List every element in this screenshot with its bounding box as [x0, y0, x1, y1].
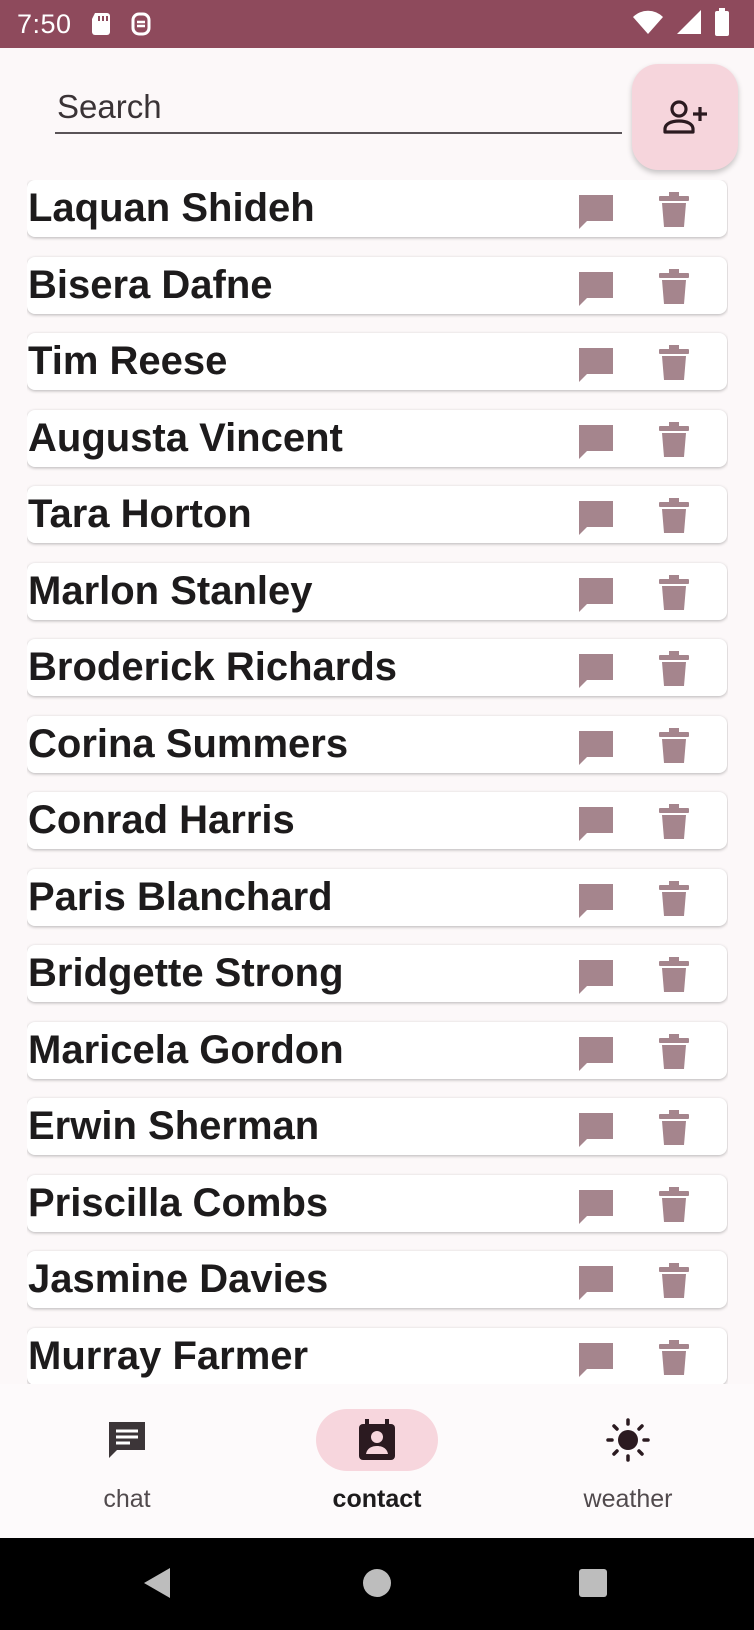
- trash-icon[interactable]: [659, 957, 689, 993]
- contact-row[interactable]: Conrad Harris: [27, 792, 727, 849]
- status-time: 7:50: [17, 8, 72, 39]
- contact-name: Jasmine Davies: [28, 1257, 329, 1301]
- contact-row[interactable]: Priscilla Combs: [27, 1175, 727, 1232]
- trash-icon[interactable]: [659, 575, 689, 611]
- nav-contact[interactable]: contact: [297, 1409, 457, 1519]
- trash-icon[interactable]: [659, 498, 689, 534]
- contact-row[interactable]: Augusta Vincent: [27, 410, 727, 467]
- chat-bubble-icon[interactable]: [576, 345, 616, 385]
- chat-bubble-icon[interactable]: [576, 1034, 616, 1074]
- chat-bubble-icon[interactable]: [576, 804, 616, 844]
- chat-bubble-icon[interactable]: [576, 957, 616, 997]
- trash-icon[interactable]: [659, 651, 689, 687]
- contact-name: Maricela Gordon: [28, 1028, 344, 1072]
- nav-contact-label: contact: [332, 1485, 422, 1513]
- bottom-nav: chat contact weather: [0, 1384, 754, 1538]
- nav-chat-label: chat: [103, 1485, 151, 1513]
- contact-name: Bisera Dafne: [28, 263, 273, 307]
- nav-weather-indicator: [567, 1409, 689, 1471]
- chat-bubble-icon[interactable]: [576, 422, 616, 462]
- trash-icon[interactable]: [659, 192, 689, 228]
- chat-bubble-icon[interactable]: [576, 1187, 616, 1227]
- status-bar: 7:50: [0, 0, 754, 48]
- trash-icon[interactable]: [659, 1263, 689, 1299]
- contact-name: Augusta Vincent: [28, 416, 343, 460]
- chat-bubble-icon[interactable]: [576, 1263, 616, 1303]
- chat-bubble-icon[interactable]: [576, 1110, 616, 1150]
- contact-row[interactable]: Laquan Shideh: [27, 180, 727, 237]
- trash-icon[interactable]: [659, 728, 689, 764]
- contact-row[interactable]: Broderick Richards: [27, 639, 727, 696]
- contact-row[interactable]: Paris Blanchard: [27, 869, 727, 926]
- trash-icon[interactable]: [659, 804, 689, 840]
- recents-icon[interactable]: [578, 1566, 608, 1600]
- message-icon: [106, 1419, 148, 1461]
- contact-name: Corina Summers: [28, 722, 349, 766]
- chat-bubble-icon[interactable]: [576, 728, 616, 768]
- contact-row[interactable]: Tim Reese: [27, 333, 727, 390]
- trash-icon[interactable]: [659, 269, 689, 305]
- nav-chat[interactable]: chat: [47, 1409, 207, 1519]
- add-contact-button[interactable]: [632, 64, 738, 170]
- chat-bubble-icon[interactable]: [576, 575, 616, 615]
- sun-icon: [606, 1418, 650, 1462]
- chat-bubble-icon[interactable]: [576, 651, 616, 691]
- contact-row[interactable]: Bridgette Strong: [27, 945, 727, 1002]
- trash-icon[interactable]: [659, 1110, 689, 1146]
- trash-icon[interactable]: [659, 422, 689, 458]
- contact-name: Marlon Stanley: [28, 569, 313, 613]
- contact-name: Paris Blanchard: [28, 875, 333, 919]
- contact-row[interactable]: Erwin Sherman: [27, 1098, 727, 1155]
- trash-icon[interactable]: [659, 1187, 689, 1223]
- contact-name: Murray Farmer: [28, 1334, 309, 1378]
- search-input[interactable]: [55, 87, 622, 127]
- chat-bubble-icon[interactable]: [576, 1340, 616, 1380]
- contact-name: Priscilla Combs: [28, 1181, 329, 1225]
- contact-card-icon: [358, 1419, 396, 1461]
- contact-row[interactable]: Jasmine Davies: [27, 1251, 727, 1308]
- contact-row[interactable]: Corina Summers: [27, 716, 727, 773]
- contact-name: Broderick Richards: [28, 645, 398, 689]
- nav-chat-indicator: [66, 1409, 188, 1471]
- trash-icon[interactable]: [659, 1034, 689, 1070]
- nav-contact-indicator: [316, 1409, 438, 1471]
- system-nav-bar: [0, 1538, 754, 1630]
- back-icon[interactable]: [142, 1566, 172, 1600]
- person-add-icon: [662, 99, 708, 135]
- trash-icon[interactable]: [659, 345, 689, 381]
- contact-row[interactable]: Maricela Gordon: [27, 1022, 727, 1079]
- contact-list[interactable]: Laquan Shideh Bisera Dafne Tim Reese August…: [27, 180, 728, 1384]
- wifi-icon: [632, 9, 664, 40]
- contact-name: Erwin Sherman: [28, 1104, 320, 1148]
- trash-icon[interactable]: [659, 1340, 689, 1376]
- sync-icon: [130, 11, 152, 37]
- contact-row[interactable]: Tara Horton: [27, 486, 727, 543]
- signal-icon: [676, 9, 702, 40]
- chat-bubble-icon[interactable]: [576, 192, 616, 232]
- contact-name: Tim Reese: [28, 339, 228, 383]
- contact-row[interactable]: Bisera Dafne: [27, 257, 727, 314]
- chat-bubble-icon[interactable]: [576, 498, 616, 538]
- contact-row[interactable]: Marlon Stanley: [27, 563, 727, 620]
- sd-card-icon: [90, 12, 112, 36]
- contact-name: Bridgette Strong: [28, 951, 344, 995]
- contact-row[interactable]: Murray Farmer: [27, 1328, 727, 1384]
- search-field[interactable]: [55, 82, 622, 134]
- contact-name: Laquan Shideh: [28, 186, 315, 230]
- chat-bubble-icon[interactable]: [576, 881, 616, 921]
- trash-icon[interactable]: [659, 881, 689, 917]
- nav-weather[interactable]: weather: [548, 1409, 708, 1519]
- nav-weather-label: weather: [583, 1485, 673, 1513]
- contact-name: Tara Horton: [28, 492, 252, 536]
- home-icon[interactable]: [361, 1566, 393, 1600]
- battery-icon: [714, 7, 730, 41]
- contact-name: Conrad Harris: [28, 798, 295, 842]
- chat-bubble-icon[interactable]: [576, 269, 616, 309]
